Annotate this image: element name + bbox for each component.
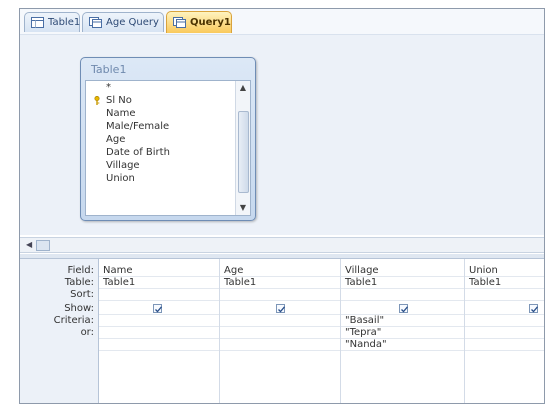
or-cell[interactable] <box>465 339 544 351</box>
field-cell[interactable]: Village <box>341 265 464 277</box>
or-cell[interactable] <box>220 327 340 339</box>
field-list-scrollbar[interactable]: ▲ ▼ <box>235 81 250 215</box>
show-cell <box>220 303 340 315</box>
show-cell <box>465 303 544 315</box>
design-horizontal-scrollbar[interactable]: ◀ <box>20 237 544 253</box>
table-cell[interactable]: Table1 <box>220 277 340 289</box>
tab-label: Age Query <box>106 17 159 28</box>
field-item-male-female[interactable]: Male/Female <box>92 120 232 133</box>
scroll-up-icon[interactable]: ▲ <box>236 81 250 95</box>
field-item-village[interactable]: Village <box>92 159 232 172</box>
sort-cell[interactable] <box>99 289 219 301</box>
tab-age-query[interactable]: Age Query <box>82 12 164 32</box>
row-label-show: Show: <box>64 303 94 314</box>
row-label-criteria: Criteria: <box>53 315 94 326</box>
field-item-sl-no[interactable]: Sl No <box>92 94 232 107</box>
field-item-name[interactable]: Name <box>92 107 232 120</box>
or-cell[interactable] <box>99 327 219 339</box>
or-cell[interactable] <box>465 327 544 339</box>
or-cell[interactable]: "Tepra" <box>341 327 464 339</box>
criteria-cell[interactable] <box>220 315 340 327</box>
show-checkbox[interactable] <box>276 304 285 313</box>
field-cell[interactable]: Name <box>99 265 219 277</box>
table-cell[interactable]: Table1 <box>341 277 464 289</box>
row-label-sort: Sort: <box>70 289 94 300</box>
show-cell <box>99 303 219 315</box>
table-design-pane: Table1 * Sl No Name Male/Female Age Date… <box>20 35 544 235</box>
row-label-field: Field: <box>67 265 94 276</box>
document-tab-bar: Table1 Age Query Query1 <box>20 9 544 35</box>
sort-cell[interactable] <box>220 289 340 301</box>
grid-column-name: Name Table1 <box>99 259 220 403</box>
field-list: * Sl No Name Male/Female Age Date of Bir… <box>85 80 251 216</box>
query-icon <box>89 17 102 28</box>
show-checkbox[interactable] <box>153 304 162 313</box>
tab-label: Query1 <box>190 17 231 28</box>
grid-column-age: Age Table1 <box>220 259 341 403</box>
criteria-cell[interactable] <box>465 315 544 327</box>
grid-row-labels: Field: Table: Sort: Show: Criteria: or: <box>20 259 99 403</box>
scrollbar-thumb[interactable] <box>36 240 50 251</box>
or-cell[interactable] <box>99 339 219 351</box>
table-cell[interactable]: Table1 <box>99 277 219 289</box>
tab-query1[interactable]: Query1 <box>166 11 232 33</box>
scroll-down-icon[interactable]: ▼ <box>236 201 250 215</box>
field-item-age[interactable]: Age <box>92 133 232 146</box>
grid-column-village: Village Table1 "Basail" "Tepra" "Nanda" <box>341 259 465 403</box>
criteria-cell[interactable] <box>99 315 219 327</box>
show-cell <box>341 303 464 315</box>
query-icon <box>173 17 186 28</box>
field-label: Sl No <box>106 95 132 106</box>
table-box-title: Table1 <box>91 63 127 76</box>
tab-table1[interactable]: Table1 <box>24 12 80 32</box>
field-item-union[interactable]: Union <box>92 172 232 185</box>
criteria-cell[interactable]: "Basail" <box>341 315 464 327</box>
or-cell[interactable] <box>220 339 340 351</box>
query-design-grid: Field: Table: Sort: Show: Criteria: or: … <box>20 259 544 403</box>
or-cell[interactable]: "Nanda" <box>341 339 464 351</box>
primary-key-icon <box>93 95 101 105</box>
field-item-all[interactable]: * <box>92 81 232 94</box>
sort-cell[interactable] <box>465 289 544 301</box>
row-label-or: or: <box>80 327 94 338</box>
show-checkbox[interactable] <box>399 304 408 313</box>
table-cell[interactable]: Table1 <box>465 277 544 289</box>
show-checkbox[interactable] <box>529 304 538 313</box>
field-item-date-of-birth[interactable]: Date of Birth <box>92 146 232 159</box>
scrollbar-thumb[interactable] <box>238 111 249 193</box>
row-label-table: Table: <box>64 277 94 288</box>
table-icon <box>31 17 44 28</box>
tab-label: Table1 <box>48 17 81 28</box>
field-cell[interactable]: Union <box>465 265 544 277</box>
field-cell[interactable]: Age <box>220 265 340 277</box>
grid-column-union: Union Table1 <box>465 259 544 403</box>
table-field-list-box[interactable]: Table1 * Sl No Name Male/Female Age Date… <box>80 57 256 221</box>
query-design-window: Table1 Age Query Query1 Table1 * Sl No N… <box>19 8 545 404</box>
sort-cell[interactable] <box>341 289 464 301</box>
scroll-left-icon[interactable]: ◀ <box>26 240 32 249</box>
